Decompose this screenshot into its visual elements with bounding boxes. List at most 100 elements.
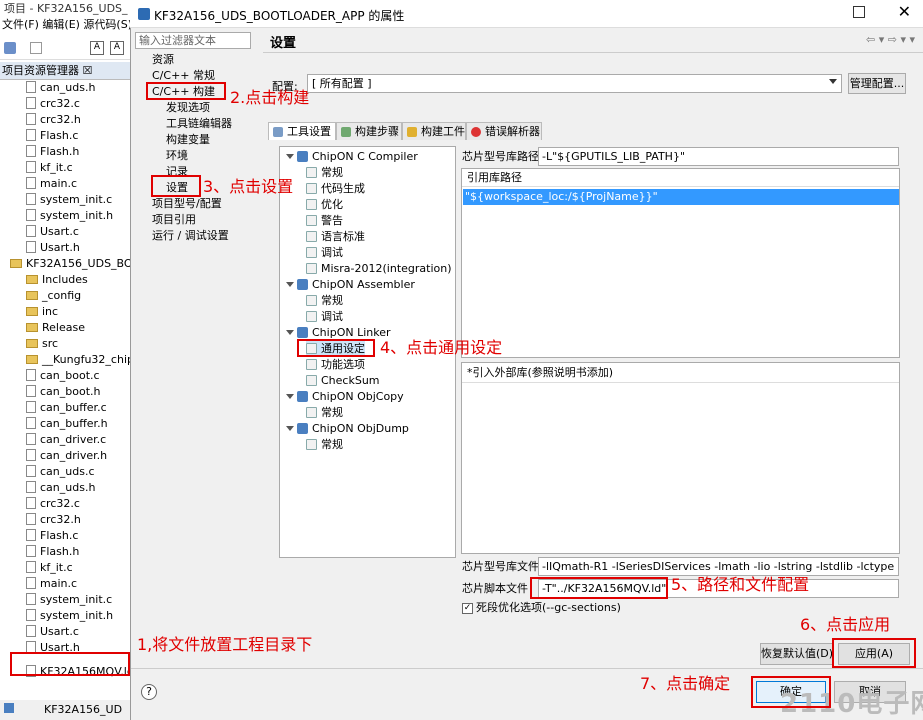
tree-file[interactable]: kf_it.c [0, 160, 136, 176]
new-icon[interactable] [4, 42, 16, 54]
nav-run-debug[interactable]: 运行 / 调试设置 [152, 228, 229, 244]
nav-build-vars[interactable]: 构建变量 [166, 132, 210, 148]
ide-toolbar[interactable]: A A [0, 36, 136, 60]
tree-assembler-debug[interactable]: 调试 [306, 309, 343, 325]
tree-file[interactable]: can_boot.h [0, 384, 136, 400]
tree-label: can_uds.h [40, 481, 96, 494]
close-icon[interactable]: ✕ [898, 2, 911, 21]
filter-input[interactable]: 输入过滤器文本 [135, 32, 251, 49]
file-icon [26, 529, 36, 541]
nav-resource[interactable]: 资源 [152, 52, 174, 68]
tree-file[interactable]: system_init.h [0, 208, 136, 224]
tree-label: Flash.c [40, 129, 79, 142]
tree-objdump-general[interactable]: 常规 [306, 437, 343, 453]
history-nav-arrows[interactable]: ⇦ ▾ ⇨ ▾ ▾ [866, 33, 915, 46]
help-icon[interactable]: ? [141, 684, 157, 700]
nav-environment[interactable]: 环境 [166, 148, 188, 164]
ref-lib-row[interactable]: "${workspace_loc:/${ProjName}}" [463, 189, 899, 205]
tree-folder[interactable]: _config [0, 288, 136, 304]
tree-file[interactable]: Flash.h [0, 144, 136, 160]
settings-page-icon [306, 199, 317, 210]
tree-file[interactable]: Flash.c [0, 128, 136, 144]
tree-file[interactable]: system_init.c [0, 592, 136, 608]
manage-config-button[interactable]: 管理配置... [848, 73, 906, 94]
settings-page-icon [306, 247, 317, 258]
maximize-icon[interactable] [853, 6, 865, 18]
tree-file[interactable]: can_uds.h [0, 480, 136, 496]
nav-project-refs[interactable]: 项目引用 [152, 212, 196, 228]
tree-linker-checksum[interactable]: CheckSum [306, 373, 380, 389]
file-icon [26, 145, 36, 157]
ext-lib-list[interactable]: *引入外部库(参照说明书添加) [461, 362, 900, 554]
tab-error-parsers[interactable]: 错误解析器 [466, 122, 542, 140]
ref-lib-list[interactable]: 引用库路径 "${workspace_loc:/${ProjName}}" [461, 168, 900, 358]
nav-discovery[interactable]: 发现选项 [166, 100, 210, 116]
tree-assembler[interactable]: ChipON Assembler [286, 277, 415, 293]
tree-file[interactable]: crc32.c [0, 96, 136, 112]
tree-folder[interactable]: Release [0, 320, 136, 336]
tree-objcopy[interactable]: ChipON ObjCopy [286, 389, 404, 405]
tree-file[interactable]: main.c [0, 176, 136, 192]
tree-compiler-warnings[interactable]: 警告 [306, 213, 343, 229]
tree-folder[interactable]: inc [0, 304, 136, 320]
project-explorer-tab[interactable]: 项目资源管理器 ☒ [0, 62, 136, 80]
tree-project[interactable]: KF32A156_UDS_BOO [0, 256, 136, 272]
tree-file[interactable]: crc32.h [0, 112, 136, 128]
tree-file[interactable]: system_init.h [0, 608, 136, 624]
tree-file[interactable]: main.c [0, 576, 136, 592]
save-icon[interactable] [30, 42, 42, 54]
tree-linker-features[interactable]: 功能选项 [306, 357, 365, 373]
tree-objdump[interactable]: ChipON ObjDump [286, 421, 409, 437]
tree-file[interactable]: kf_it.c [0, 560, 136, 576]
tree-file[interactable]: can_uds.c [0, 464, 136, 480]
tree-file[interactable]: can_buffer.c [0, 400, 136, 416]
chevron-down-icon[interactable] [829, 79, 837, 84]
tree-file[interactable]: crc32.c [0, 496, 136, 512]
tree-file[interactable]: Usart.c [0, 624, 136, 640]
tree-compiler[interactable]: ChipON C Compiler [286, 149, 418, 165]
folder-icon [26, 339, 38, 348]
tree-compiler-optimization[interactable]: 优化 [306, 197, 343, 213]
tree-compiler-codegen[interactable]: 代码生成 [306, 181, 365, 197]
tab-build-steps[interactable]: 构建步骤 [336, 122, 402, 140]
restore-defaults-button[interactable]: 恢复默认值(D) [760, 643, 834, 665]
tree-file[interactable]: Flash.h [0, 544, 136, 560]
tree-compiler-misra[interactable]: Misra-2012(integration) [306, 261, 452, 277]
tree-file[interactable]: can_driver.h [0, 448, 136, 464]
file-icon [26, 209, 36, 221]
tree-assembler-general[interactable]: 常规 [306, 293, 343, 309]
font-decrease-icon[interactable]: A [110, 41, 124, 55]
tree-objcopy-general[interactable]: 常规 [306, 405, 343, 421]
tree-folder[interactable]: Includes [0, 272, 136, 288]
tree-file[interactable]: Usart.h [0, 240, 136, 256]
ref-lib-header: 引用库路径 [462, 169, 899, 187]
dead-code-checkbox[interactable]: ✓ [462, 603, 473, 614]
tree-label: can_buffer.c [40, 401, 107, 414]
nav-chip-config[interactable]: 项目型号/配置 [152, 196, 222, 212]
tree-file[interactable]: Usart.c [0, 224, 136, 240]
tree-compiler-general[interactable]: 常规 [306, 165, 343, 181]
tree-file[interactable]: can_uds.h [0, 80, 136, 96]
font-increase-icon[interactable]: A [90, 41, 104, 55]
tree-compiler-language[interactable]: 语言标准 [306, 229, 365, 245]
lib-path-input[interactable]: -L"${GPUTILS_LIB_PATH}" [538, 147, 899, 166]
tree-folder[interactable]: src [0, 336, 136, 352]
settings-page-icon [306, 295, 317, 306]
nav-toolchain-editor[interactable]: 工具链编辑器 [166, 116, 232, 132]
tree-file[interactable]: crc32.h [0, 512, 136, 528]
tab-tool-settings[interactable]: 工具设置 [268, 122, 336, 140]
chip-lib-input[interactable]: -lIQmath-R1 -lSeriesDIServices -lmath -l… [538, 557, 899, 576]
tree-folder[interactable]: __Kungfu32_chipm [0, 352, 136, 368]
tree-file[interactable]: can_driver.c [0, 432, 136, 448]
file-icon [26, 433, 36, 445]
ide-menu-bar[interactable]: 文件(F) 编辑(E) 源代码(S) [0, 16, 136, 34]
tree-file[interactable]: Flash.c [0, 528, 136, 544]
config-select[interactable]: [ 所有配置 ] [307, 74, 842, 93]
tree-file[interactable]: can_boot.c [0, 368, 136, 384]
file-icon [26, 609, 36, 621]
tree-file[interactable]: can_buffer.h [0, 416, 136, 432]
tab-build-artifact[interactable]: 构建工件 [402, 122, 466, 140]
tree-label: Flash.h [40, 145, 80, 158]
tree-compiler-debug[interactable]: 调试 [306, 245, 343, 261]
tree-file[interactable]: system_init.c [0, 192, 136, 208]
